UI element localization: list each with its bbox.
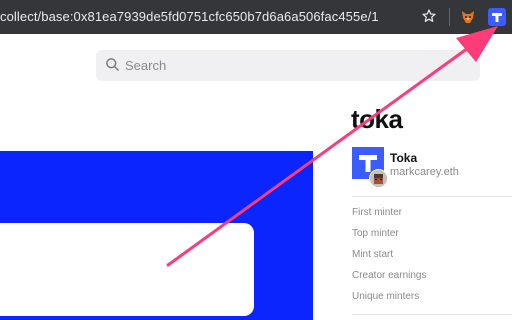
search-placeholder: Search — [125, 58, 167, 73]
collection-title: toka — [351, 104, 403, 134]
address-bar-url[interactable]: collect/base:0x81ea7939de5fd0751cfc650b7… — [0, 9, 379, 24]
bookmark-star-icon[interactable] — [420, 7, 438, 25]
collection-owner[interactable]: markcarey.eth — [390, 166, 459, 178]
stats-divider-bottom — [352, 314, 512, 315]
owner-avatar[interactable] — [369, 169, 388, 188]
fox-extension-icon[interactable] — [459, 8, 477, 26]
stats-divider — [352, 196, 512, 197]
search-input[interactable]: Search — [96, 50, 480, 81]
browser-toolbar: collect/base:0x81ea7939de5fd0751cfc650b7… — [0, 0, 512, 34]
search-icon — [105, 57, 120, 77]
t-logo-extension-icon[interactable] — [488, 8, 506, 26]
stat-unique-minters: Unique minters — [352, 291, 420, 302]
stat-creator-earnings: Creator earnings — [352, 270, 427, 281]
stat-first-minter: First minter — [352, 207, 402, 218]
stat-top-minter: Top minter — [352, 228, 399, 239]
collection-name[interactable]: Toka — [390, 151, 417, 165]
stat-mint-start: Mint start — [352, 249, 394, 260]
artwork-white-panel — [0, 223, 254, 316]
toolbar-divider — [449, 8, 450, 26]
